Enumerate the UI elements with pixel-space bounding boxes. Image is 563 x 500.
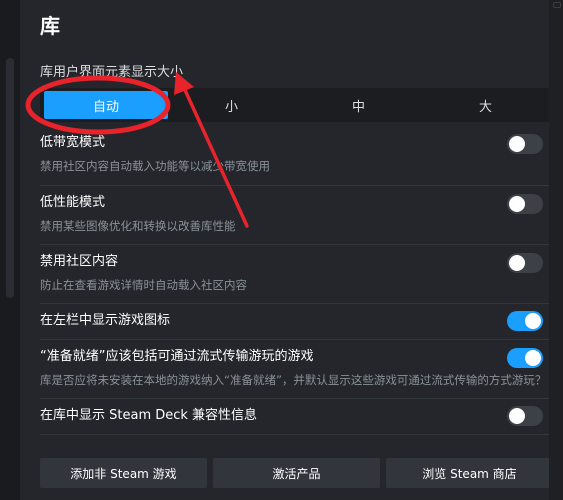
action-button-bar: 添加非 Steam 游戏 激活产品 浏览 Steam 商店 <box>40 458 553 488</box>
ui-size-label: 库用户界面元素显示大小 <box>40 65 184 80</box>
low-bandwidth-toggle[interactable] <box>507 134 543 154</box>
toggle-knob <box>509 136 525 152</box>
setting-title: 禁用社区内容 <box>40 254 119 269</box>
scrollbar-thumb[interactable] <box>6 58 14 298</box>
setting-description: 禁用社区内容自动载入功能等以减少带宽使用 <box>40 159 270 173</box>
page-title: 库 <box>40 14 60 38</box>
ui-size-option-auto[interactable]: 自动 <box>44 91 168 119</box>
ui-size-selector: 自动 小 中 大 <box>40 88 549 122</box>
setting-title: 低带宽模式 <box>40 135 106 150</box>
setting-disable-community: 禁用社区内容 防止在查看游戏详情时自动载入社区内容 <box>40 253 549 293</box>
steam-deck-compat-toggle[interactable] <box>507 406 543 426</box>
setting-description: 防止在查看游戏详情时自动载入社区内容 <box>40 278 247 292</box>
toggle-knob <box>525 313 541 329</box>
setting-title: 在库中显示 Steam Deck 兼容性信息 <box>40 408 258 423</box>
setting-show-game-icons: 在左栏中显示游戏图标 <box>40 311 549 331</box>
low-performance-toggle[interactable] <box>507 194 543 214</box>
setting-steam-deck-compat: 在库中显示 Steam Deck 兼容性信息 <box>40 406 549 426</box>
setting-title: 低性能模式 <box>40 195 106 210</box>
toggle-knob <box>525 350 541 366</box>
ready-to-play-streaming-toggle[interactable] <box>507 348 543 368</box>
setting-title: 在左栏中显示游戏图标 <box>40 313 171 328</box>
browse-steam-store-button[interactable]: 浏览 Steam 商店 <box>386 458 553 488</box>
divider <box>40 303 549 304</box>
ui-size-option-large[interactable]: 大 <box>422 88 549 122</box>
activate-product-button[interactable]: 激活产品 <box>213 458 380 488</box>
toggle-knob <box>509 196 525 212</box>
divider <box>40 244 549 245</box>
setting-title: “准备就绪”应该包括可通过流式传输游玩的游戏 <box>40 349 314 364</box>
scroll-cap-icon <box>553 2 561 8</box>
ui-size-option-small[interactable]: 小 <box>168 88 295 122</box>
setting-ready-to-play-streaming: “准备就绪”应该包括可通过流式传输游玩的游戏 库是否应将未安装在本地的游戏纳入“… <box>40 348 549 388</box>
divider <box>40 398 549 399</box>
ui-size-option-medium[interactable]: 中 <box>295 88 422 122</box>
divider <box>40 185 549 186</box>
disable-community-toggle[interactable] <box>507 253 543 273</box>
toggle-knob <box>509 255 525 271</box>
setting-description: 禁用某些图像优化和转换以改善库性能 <box>40 219 236 233</box>
divider <box>40 339 549 340</box>
add-non-steam-game-button[interactable]: 添加非 Steam 游戏 <box>40 458 207 488</box>
setting-low-bandwidth: 低带宽模式 禁用社区内容自动载入功能等以减少带宽使用 <box>40 134 549 174</box>
setting-description: 库是否应将未安装在本地的游戏纳入“准备就绪”，并默认显示这些游戏可通过流式传输的… <box>40 373 547 387</box>
toggle-knob <box>509 408 525 424</box>
show-game-icons-toggle[interactable] <box>507 311 543 331</box>
divider <box>40 434 549 435</box>
left-panel-scrollbar[interactable] <box>0 0 20 500</box>
setting-low-performance: 低性能模式 禁用某些图像优化和转换以改善库性能 <box>40 194 549 234</box>
right-scrollbar[interactable] <box>549 0 563 500</box>
library-settings-panel: 库 库用户界面元素显示大小 自动 小 中 大 低带宽模式 禁用社区内容自动载入功… <box>20 0 553 500</box>
